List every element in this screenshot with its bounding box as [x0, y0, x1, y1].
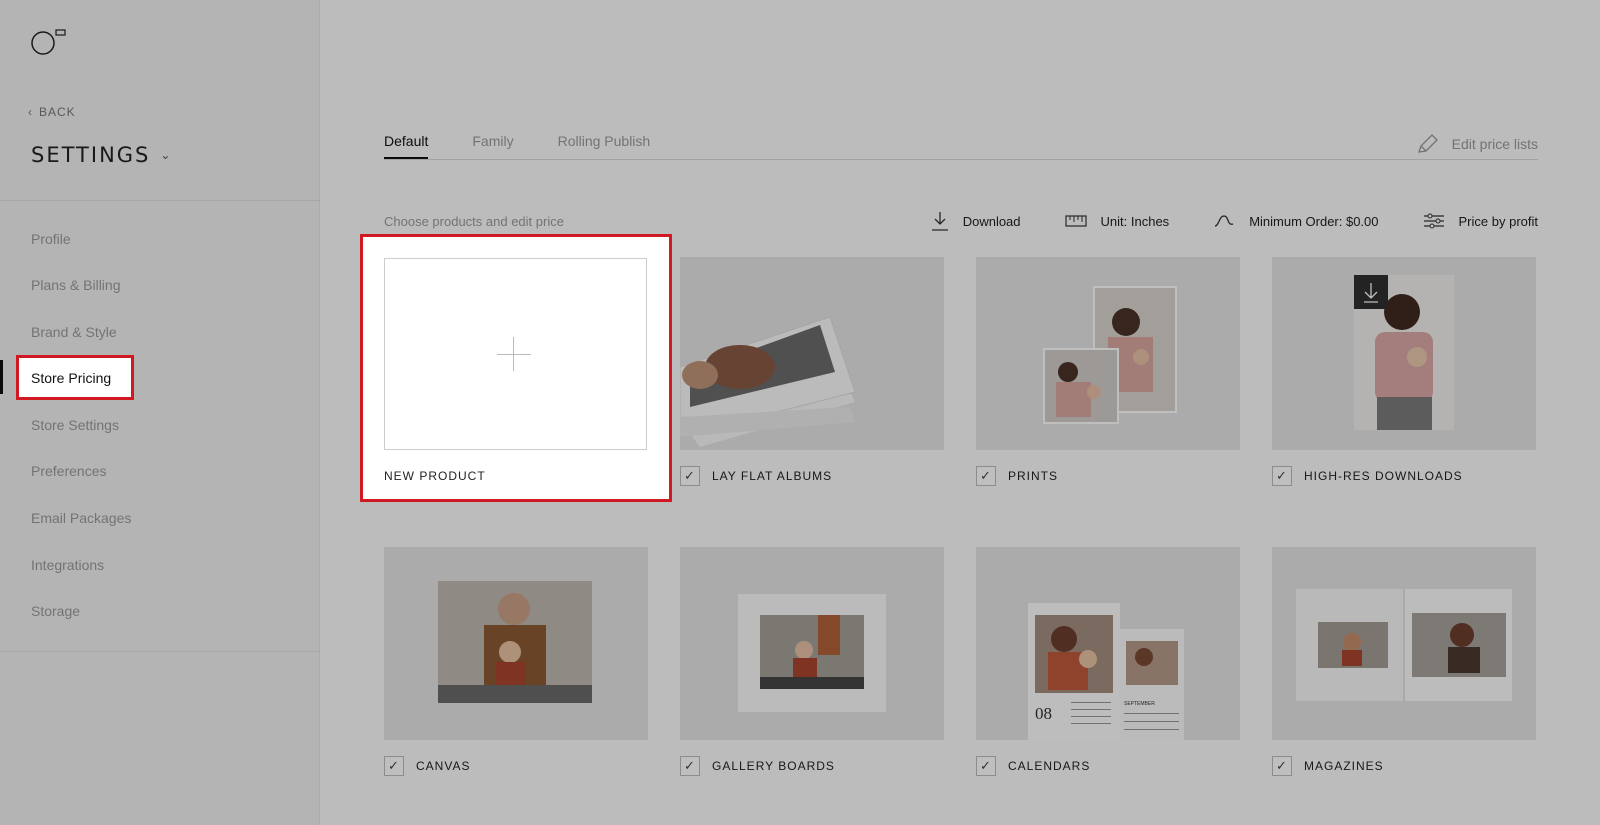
plus-icon-vertical — [513, 337, 514, 371]
checkbox[interactable]: ✓ — [680, 466, 700, 486]
price-by-profit-label: Price by profit — [1458, 213, 1538, 229]
product-image — [680, 547, 944, 740]
product-label: HIGH-RES DOWNLOADS — [1304, 469, 1463, 483]
download-button[interactable]: Download — [931, 211, 1021, 231]
product-card-canvas[interactable]: ✓ CANVAS — [384, 547, 648, 776]
product-image — [680, 257, 944, 450]
product-image — [384, 547, 648, 740]
toolbar: Download Unit: Inches Minimum Order: $0.… — [931, 211, 1538, 231]
product-label: GALLERY BOARDS — [712, 759, 835, 773]
sidebar-item-plans-billing[interactable]: Plans & Billing — [31, 277, 121, 293]
sidebar-item-store-settings[interactable]: Store Settings — [31, 417, 119, 433]
minimum-order-button[interactable]: Minimum Order: $0.00 — [1213, 211, 1379, 231]
logo-icon[interactable] — [31, 28, 71, 58]
product-card-high-res-downloads[interactable]: ✓ HIGH-RES DOWNLOADS — [1272, 257, 1536, 486]
chevron-left-icon: ‹ — [28, 105, 33, 119]
product-label: CALENDARS — [1008, 759, 1091, 773]
curve-icon — [1214, 215, 1234, 227]
tab-family[interactable]: Family — [472, 133, 513, 159]
back-link[interactable]: ‹ BACK — [28, 105, 76, 119]
sidebar: ‹ BACK SETTINGS ⌄ Profile Plans & Billin… — [0, 0, 320, 825]
ruler-icon — [1064, 215, 1087, 227]
product-card-prints[interactable]: ✓ PRINTS — [976, 257, 1240, 486]
chevron-down-icon: ⌄ — [160, 148, 173, 162]
product-image — [1272, 547, 1536, 740]
unit-button[interactable]: Unit: Inches — [1064, 211, 1170, 231]
download-label: Download — [962, 213, 1021, 229]
checkbox[interactable]: ✓ — [1272, 466, 1292, 486]
sliders-icon — [1423, 213, 1444, 229]
product-label: CANVAS — [416, 759, 471, 773]
new-product-label: NEW PRODUCT — [384, 469, 486, 483]
sidebar-item-storage[interactable]: Storage — [31, 603, 80, 619]
price-by-profit-button[interactable]: Price by profit — [1423, 211, 1538, 231]
settings-dropdown[interactable]: SETTINGS ⌄ — [31, 143, 172, 167]
pencil-icon — [1417, 134, 1438, 153]
sidebar-item-preferences[interactable]: Preferences — [31, 463, 106, 479]
sidebar-divider — [0, 200, 320, 201]
back-label: BACK — [39, 105, 76, 119]
sidebar-item-brand-style[interactable]: Brand & Style — [31, 324, 117, 340]
sidebar-item-email-packages[interactable]: Email Packages — [31, 510, 131, 526]
price-list-tabs: Default Family Rolling Publish — [384, 133, 650, 159]
new-product-image[interactable] — [384, 258, 647, 450]
product-image: 08 SEPTEMBER — [976, 547, 1240, 740]
plus-icon — [497, 354, 531, 355]
calendar-number: 08 — [1035, 704, 1052, 723]
checkbox[interactable]: ✓ — [680, 756, 700, 776]
product-label: MAGAZINES — [1304, 759, 1384, 773]
edit-price-lists-button[interactable]: Edit price lists — [1416, 133, 1538, 155]
sidebar-divider-bottom — [0, 651, 320, 652]
product-image — [976, 257, 1240, 450]
product-card-lay-flat-albums[interactable]: ✓ LAY FLAT ALBUMS — [680, 257, 944, 486]
toolbar-hint: Choose products and edit price — [384, 214, 564, 229]
sidebar-item-store-pricing-highlighted[interactable]: Store Pricing — [31, 370, 111, 386]
tabs-underline — [384, 159, 1538, 160]
tab-default[interactable]: Default — [384, 133, 429, 159]
calendar-month: SEPTEMBER — [1124, 701, 1155, 707]
product-label: PRINTS — [1008, 469, 1059, 483]
product-card-magazines[interactable]: ✓ MAGAZINES — [1272, 547, 1536, 776]
checkbox[interactable]: ✓ — [1272, 756, 1292, 776]
sidebar-item-integrations[interactable]: Integrations — [31, 557, 104, 573]
checkbox[interactable]: ✓ — [976, 466, 996, 486]
tab-rolling-publish[interactable]: Rolling Publish — [558, 133, 651, 159]
download-icon — [931, 212, 948, 231]
edit-price-lists-label: Edit price lists — [1451, 136, 1538, 152]
product-card-gallery-boards[interactable]: ✓ GALLERY BOARDS — [680, 547, 944, 776]
checkbox[interactable]: ✓ — [384, 756, 404, 776]
settings-title: SETTINGS — [31, 143, 151, 167]
minimum-order-label: Minimum Order: $0.00 — [1249, 213, 1379, 229]
product-card-calendars[interactable]: 08 SEPTEMBER ✓ CALENDARS — [976, 547, 1240, 776]
product-image — [1272, 257, 1536, 450]
sidebar-item-profile[interactable]: Profile — [31, 231, 71, 247]
unit-label: Unit: Inches — [1100, 213, 1170, 229]
checkbox[interactable]: ✓ — [976, 756, 996, 776]
active-indicator — [0, 360, 3, 394]
product-label: LAY FLAT ALBUMS — [712, 469, 833, 483]
